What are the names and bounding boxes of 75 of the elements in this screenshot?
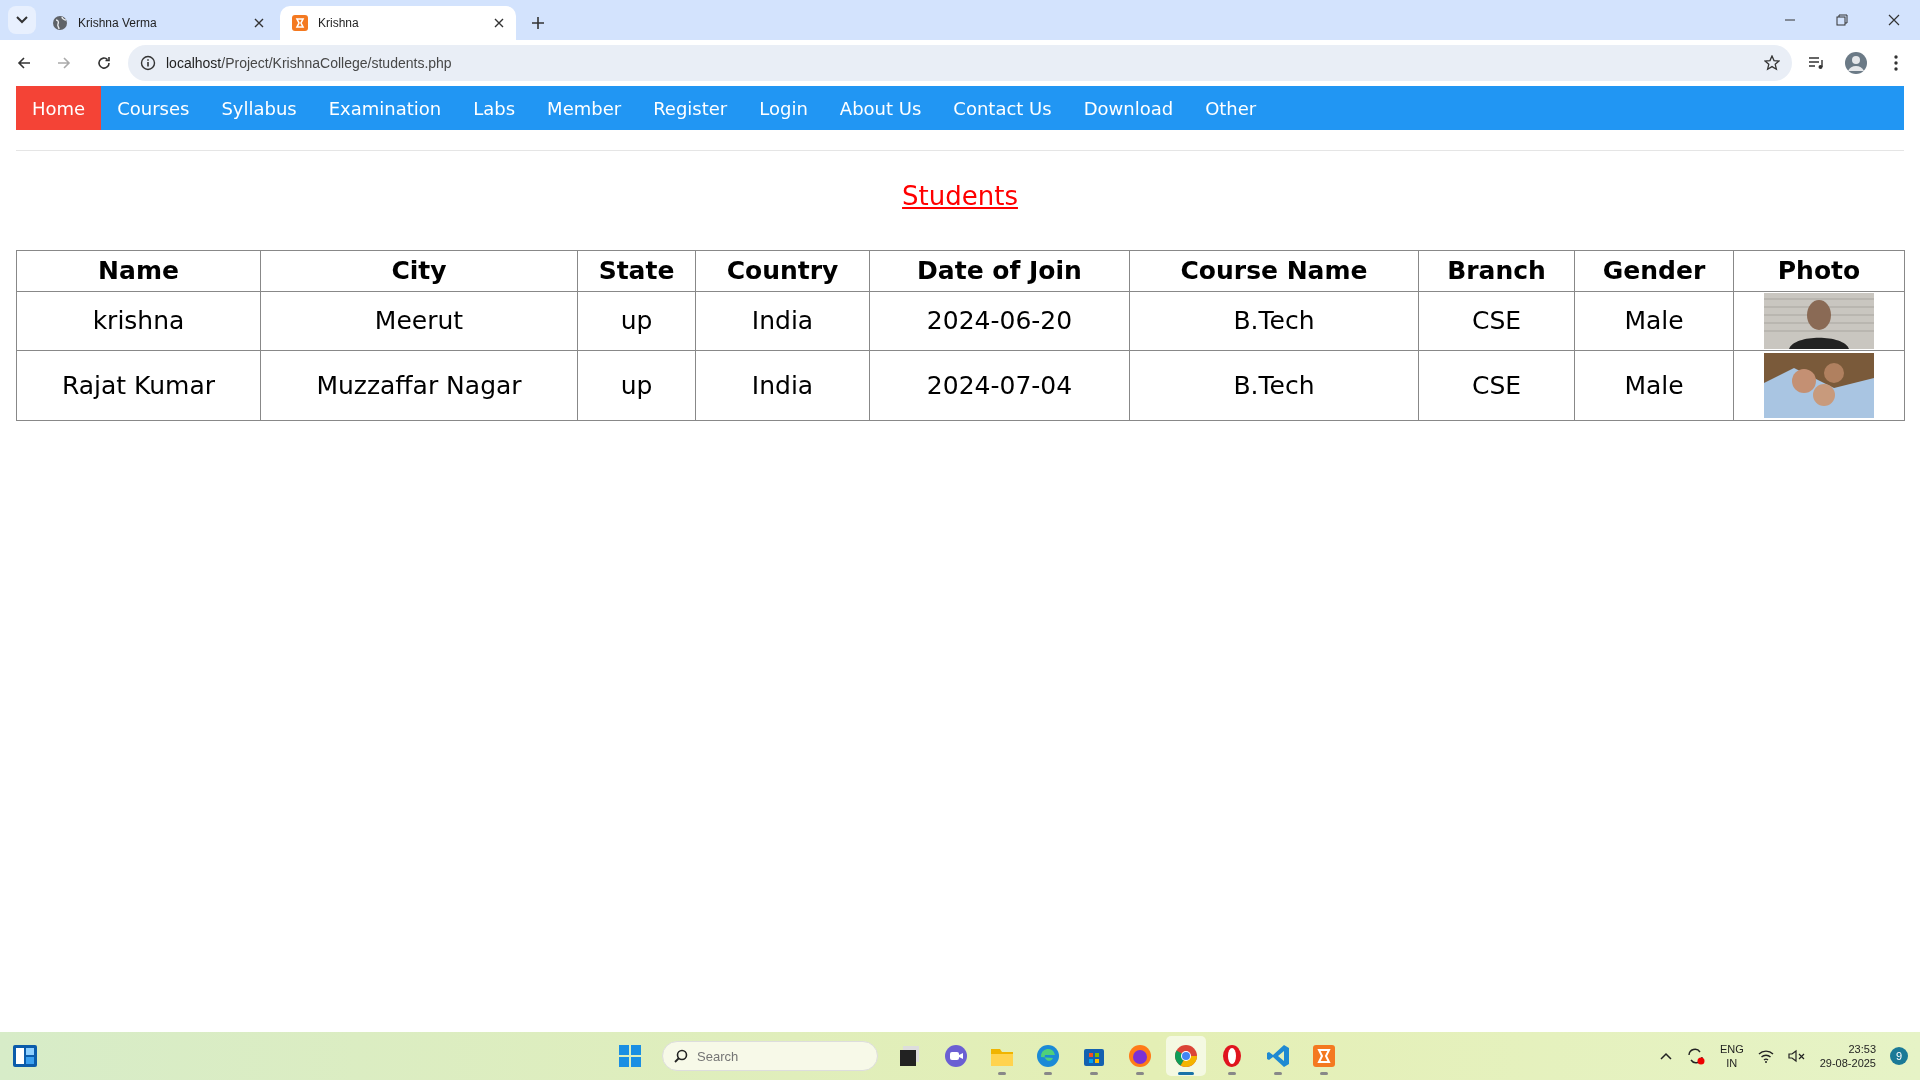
table-cell: Muzzaffar Nagar: [260, 350, 578, 421]
muted-speaker-icon[interactable]: [1787, 1049, 1806, 1063]
table-cell: B.Tech: [1129, 350, 1419, 421]
sync-icon[interactable]: [1685, 1047, 1706, 1065]
info-icon: [140, 55, 156, 71]
column-header: Country: [695, 250, 870, 292]
url-text: localhost/Project/KrishnaCollege/students.php: [166, 53, 452, 73]
close-icon[interactable]: [1888, 14, 1900, 26]
table-cell: CSE: [1418, 291, 1575, 351]
chevron-down-icon: [16, 16, 28, 24]
table-cell: 2024-06-20: [869, 291, 1130, 351]
column-header: Name: [16, 250, 261, 292]
table-cell: 2024-07-04: [869, 350, 1130, 421]
column-header: State: [577, 250, 696, 292]
nav-link[interactable]: Member: [531, 86, 638, 130]
table-cell: CSE: [1418, 350, 1575, 421]
region-text[interactable]: IN: [1726, 1056, 1738, 1071]
playlist-icon: [1808, 56, 1824, 70]
table-cell: B.Tech: [1129, 291, 1419, 351]
widgets-icon[interactable]: [12, 1044, 38, 1068]
favicon-icon: [292, 15, 308, 31]
table-cell: Male: [1574, 350, 1734, 421]
restore-icon[interactable]: [1836, 14, 1848, 26]
avatar-icon: [1845, 52, 1867, 74]
nav-link[interactable]: Download: [1067, 86, 1190, 130]
plus-icon[interactable]: [532, 17, 544, 29]
wifi-icon[interactable]: [1757, 1049, 1774, 1063]
language-text[interactable]: ENG: [1719, 1041, 1744, 1056]
chat-icon: [943, 1043, 969, 1069]
nav-link[interactable]: Examination: [312, 86, 458, 130]
arrow-left-icon: [17, 56, 31, 70]
table-cell: up: [577, 350, 696, 421]
page-heading: Students: [901, 180, 1019, 213]
table-cell: Rajat Kumar: [16, 350, 261, 421]
table-cell: Male: [1574, 291, 1734, 351]
kebab-menu-icon: [1894, 55, 1898, 71]
column-header: Date of Join: [869, 250, 1130, 292]
nav-link[interactable]: About Us: [823, 86, 938, 130]
table-cell: krishna: [16, 291, 261, 351]
tab-search-button[interactable]: [8, 6, 36, 34]
browser-tab[interactable]: Krishna: [280, 6, 516, 40]
address-bar[interactable]: localhost/Project/KrishnaCollege/students.php: [128, 45, 1792, 81]
code-editor-icon: [1265, 1043, 1291, 1069]
globe-icon: [52, 15, 68, 31]
arrow-right-icon: [57, 56, 71, 70]
star-icon[interactable]: [1764, 55, 1780, 71]
column-header: Branch: [1418, 250, 1575, 292]
nav-link[interactable]: Home: [16, 86, 102, 130]
taskbar-search-field[interactable]: Search: [662, 1041, 878, 1071]
table-cell: India: [695, 291, 870, 351]
nav-link[interactable]: Labs: [457, 86, 532, 130]
table-cell: India: [695, 350, 870, 421]
nav-link[interactable]: Courses: [101, 86, 206, 130]
column-header: Course Name: [1129, 250, 1419, 292]
nav-link[interactable]: Syllabus: [205, 86, 313, 130]
close-icon[interactable]: [494, 18, 504, 28]
nav-link[interactable]: Register: [637, 86, 744, 130]
column-header: Gender: [1574, 250, 1734, 292]
nav-link[interactable]: Contact Us: [937, 86, 1068, 130]
column-header: Photo: [1733, 250, 1905, 292]
chevron-up-icon[interactable]: [1659, 1052, 1672, 1060]
notification-badge[interactable]: 9: [1890, 1047, 1908, 1065]
clock-time[interactable]: 23:53: [1848, 1041, 1876, 1056]
clock-date[interactable]: 29-08-2025: [1819, 1056, 1876, 1071]
tab-title: Krishna Verma: [78, 15, 158, 32]
table-cell: Meerut: [260, 291, 578, 351]
nav-link[interactable]: Other: [1189, 86, 1273, 130]
start-icon: [617, 1043, 643, 1069]
table-cell: up: [577, 291, 696, 351]
column-header: City: [260, 250, 578, 292]
nav-link[interactable]: Login: [743, 86, 824, 130]
close-icon[interactable]: [254, 18, 264, 28]
browser-tab[interactable]: Krishna Verma: [40, 6, 276, 40]
tab-title: Krishna: [318, 15, 360, 32]
reload-icon: [97, 56, 111, 70]
